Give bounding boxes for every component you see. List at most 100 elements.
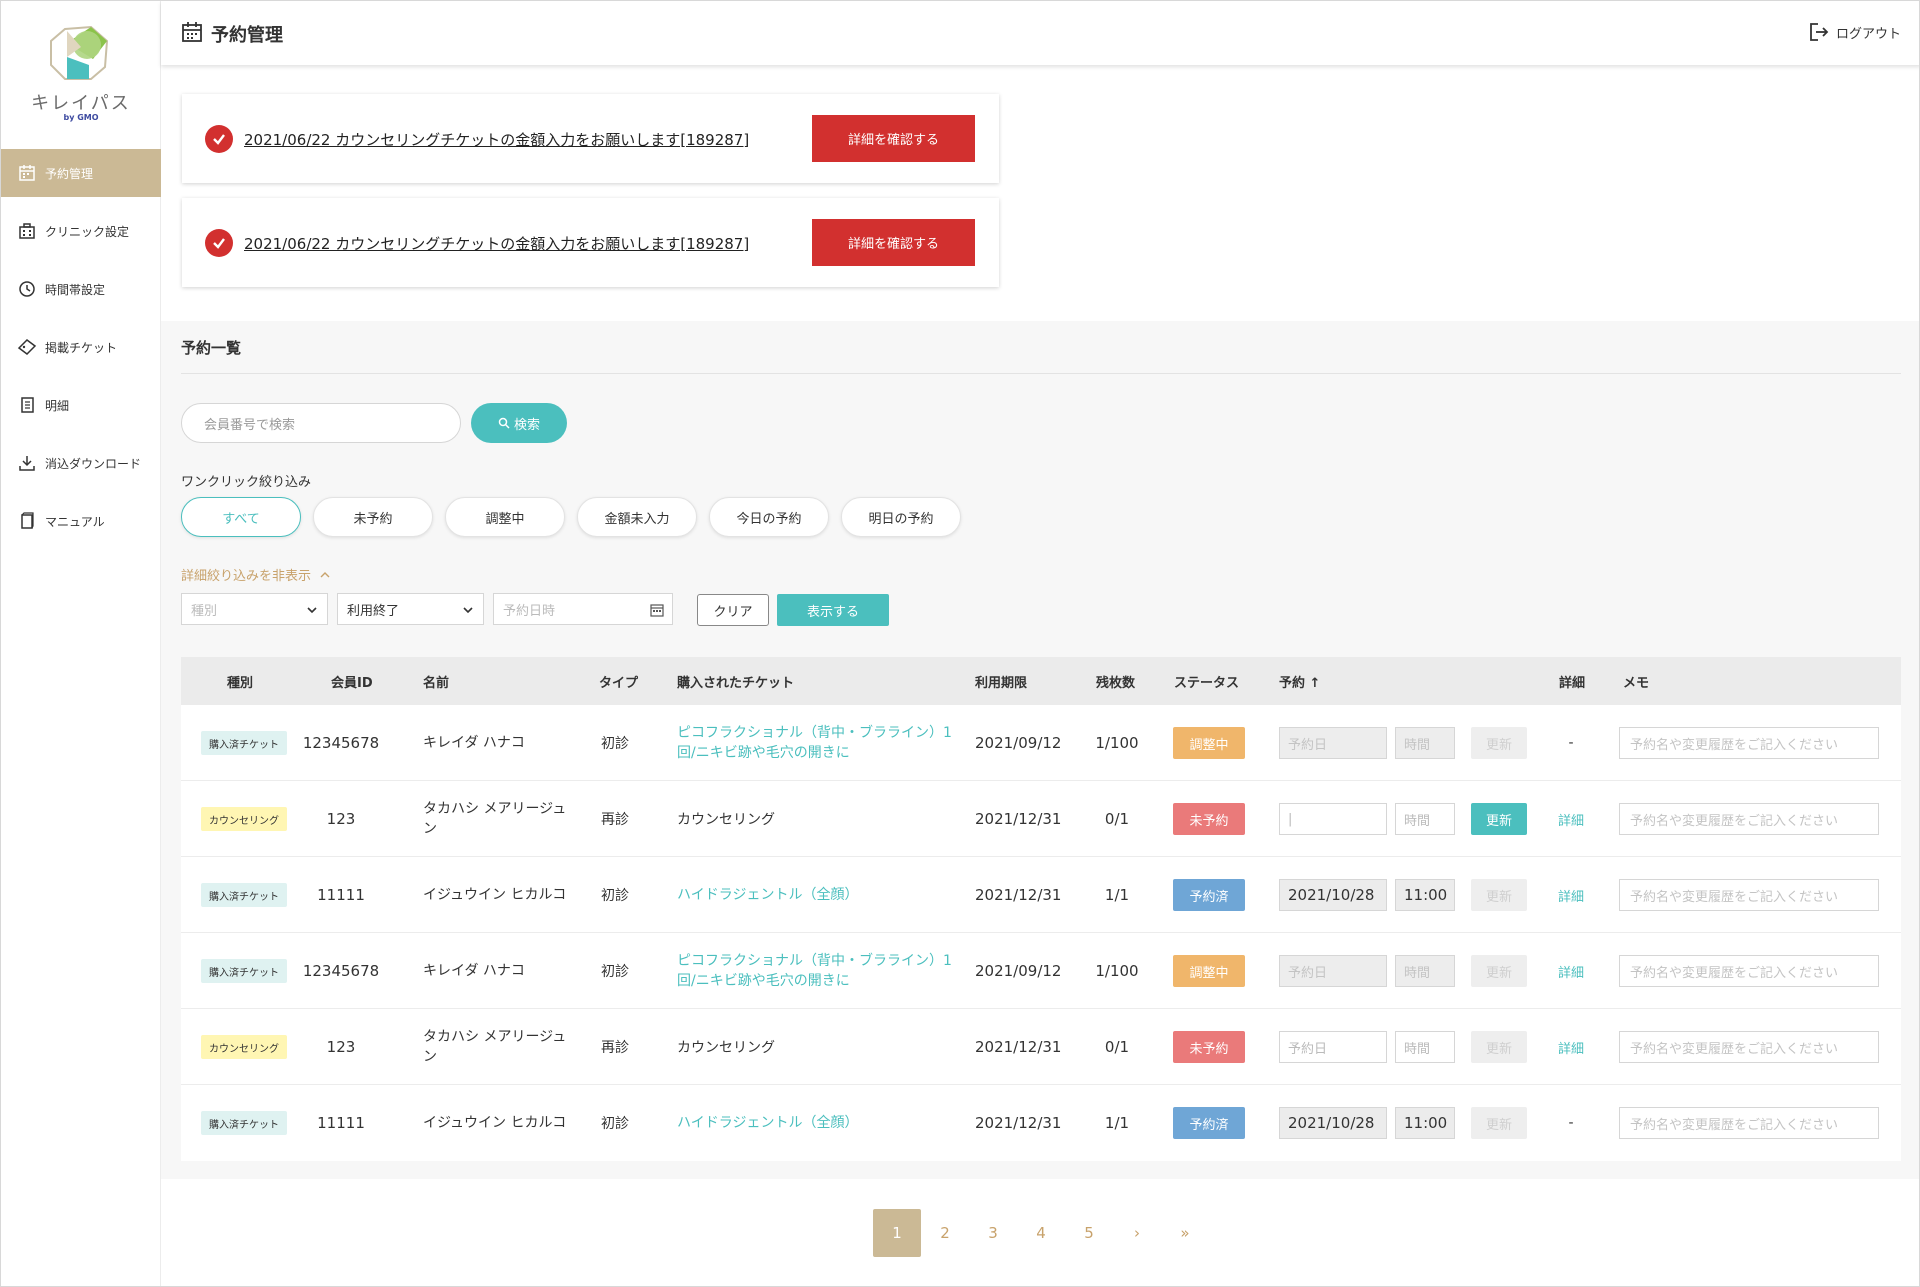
last-page-icon[interactable]: » — [1161, 1209, 1209, 1257]
update-button[interactable]: 更新 — [1471, 955, 1527, 987]
filter-chip-unbooked[interactable]: 未予約 — [313, 497, 433, 537]
page-button[interactable]: 2 — [921, 1209, 969, 1257]
reservation-date-input[interactable]: 2021/10/28 — [1279, 1107, 1387, 1139]
page-button[interactable]: 5 — [1065, 1209, 1113, 1257]
member-id: 123 — [326, 810, 356, 828]
reservation-time-input[interactable]: 時間 — [1395, 727, 1455, 759]
sidebar-item-reservations[interactable]: 予約管理 — [1, 149, 161, 197]
update-button[interactable]: 更新 — [1471, 727, 1527, 759]
update-button[interactable]: 更新 — [1471, 1031, 1527, 1063]
search-button[interactable]: 検索 — [471, 403, 567, 443]
filter-chip-today[interactable]: 今日の予約 — [709, 497, 829, 537]
visit-type: 初診 — [601, 1116, 629, 1132]
check-circle-icon — [205, 125, 233, 153]
filter-chip-adjusting[interactable]: 調整中 — [445, 497, 565, 537]
reservation-date-input[interactable]: 2021/10/28 — [1279, 879, 1387, 911]
logo-sub: by GMO — [63, 113, 99, 122]
memo-input[interactable]: 予約名や変更履歴をご記入ください — [1619, 1107, 1879, 1139]
kind-tag: カウンセリング — [201, 807, 287, 831]
notification-card: 2021/06/22 カウンセリングチケットの金額入力をお願いします[18928… — [182, 94, 999, 183]
reservation-date-input[interactable]: | — [1279, 803, 1387, 835]
ticket-name[interactable]: ピコフラクショナル（背中・ブラライン）1回/ニキビ跡や毛穴の開きに — [677, 951, 957, 991]
search-button-label: 検索 — [513, 417, 540, 433]
logo[interactable]: キレイパス by GMO — [1, 1, 161, 141]
next-page-icon[interactable]: › — [1113, 1209, 1161, 1257]
sidebar-item-statements[interactable]: 明細 — [1, 381, 161, 429]
col-reservation-sortable[interactable]: 予約 ↑ — [1279, 672, 1320, 691]
apply-filter-button[interactable]: 表示する — [777, 594, 889, 626]
reservation-date-input[interactable]: 予約日 — [1279, 955, 1387, 987]
remaining-count: 0/1 — [1104, 810, 1130, 828]
view-details-button[interactable]: 詳細を確認する — [812, 219, 975, 266]
sidebar-item-clinic-settings[interactable]: クリニック設定 — [1, 207, 161, 255]
app-frame: キレイパス by GMO 予約管理 クリニック設定 時間帯設定 掲載チケット 明… — [0, 0, 1920, 1287]
status-badge: 調整中 — [1173, 955, 1245, 987]
ticket-name: カウンセリング — [677, 812, 775, 828]
sidebar-item-tickets[interactable]: 掲載チケット — [1, 323, 161, 371]
reservation-time-input[interactable]: 時間 — [1395, 1031, 1455, 1063]
detail-link[interactable]: 詳細 — [1558, 962, 1584, 981]
calendar-icon — [17, 163, 37, 183]
expiry-date: 2021/12/31 — [975, 886, 1062, 904]
col-kind: 種別 — [227, 676, 254, 691]
sidebar-item-download[interactable]: 消込ダウンロード — [1, 439, 161, 487]
col-remaining: 残枚数 — [1096, 676, 1136, 691]
memo-input[interactable]: 予約名や変更履歴をご記入ください — [1619, 727, 1879, 759]
memo-input[interactable]: 予約名や変更履歴をご記入ください — [1619, 955, 1879, 987]
expiry-date: 2021/09/12 — [975, 962, 1062, 980]
sidebar-item-manual[interactable]: マニュアル — [1, 497, 161, 545]
memo-input[interactable]: 予約名や変更履歴をご記入ください — [1619, 879, 1879, 911]
sidebar-item-time-settings[interactable]: 時間帯設定 — [1, 265, 161, 313]
check-circle-icon — [205, 229, 233, 257]
detail-filter-toggle[interactable]: 詳細絞り込みを非表示 — [181, 565, 331, 584]
ticket-name[interactable]: ハイドラジェントル（全顔） — [677, 1113, 858, 1133]
member-search-input[interactable]: 会員番号で検索 — [181, 403, 461, 443]
notification-text[interactable]: 2021/06/22 カウンセリングチケットの金額入力をお願いします[18928… — [244, 233, 749, 254]
page-button[interactable]: 3 — [969, 1209, 1017, 1257]
table-header: 種別 会員ID 名前 タイプ 購入されたチケット 利用期限 残枚数 ステータス … — [181, 657, 1901, 705]
visit-type: 初診 — [601, 736, 629, 752]
reservation-time-input[interactable]: 11:00 — [1395, 879, 1455, 911]
page-button[interactable]: 1 — [873, 1209, 921, 1257]
col-name: 名前 — [423, 676, 450, 691]
reservation-time-input[interactable]: 時間 — [1395, 803, 1455, 835]
reservation-time-input[interactable]: 11:00 — [1395, 1107, 1455, 1139]
member-name: キレイダ ハナコ — [423, 963, 525, 979]
view-details-button[interactable]: 詳細を確認する — [812, 115, 975, 162]
page-title: 予約管理 — [211, 25, 283, 46]
update-button[interactable]: 更新 — [1471, 879, 1527, 911]
filter-chip-tomorrow[interactable]: 明日の予約 — [841, 497, 961, 537]
reservation-time-input[interactable]: 時間 — [1395, 955, 1455, 987]
col-reservation-label: 予約 — [1279, 676, 1306, 691]
filter-chip-all[interactable]: すべて — [181, 497, 301, 537]
ticket-name[interactable]: ピコフラクショナル（背中・ブラライン）1回/ニキビ跡や毛穴の開きに — [677, 723, 957, 763]
detail-link[interactable]: 詳細 — [1558, 810, 1584, 829]
type-select[interactable]: 種別 — [181, 593, 328, 625]
detail-link[interactable]: 詳細 — [1558, 1038, 1584, 1057]
clock-icon — [17, 279, 37, 299]
usage-select[interactable]: 利用終了 — [337, 593, 484, 625]
clear-button[interactable]: クリア — [697, 594, 769, 626]
reservation-date-input[interactable]: 予約日 — [1279, 727, 1387, 759]
memo-input[interactable]: 予約名や変更履歴をご記入ください — [1619, 803, 1879, 835]
update-button[interactable]: 更新 — [1471, 803, 1527, 835]
member-id: 123 — [326, 1038, 356, 1056]
reservation-date-input[interactable]: 予約日 — [1279, 1031, 1387, 1063]
member-name: タカハシ メアリージュン — [423, 801, 567, 837]
table-row: 購入済チケット 12345678 キレイダ ハナコ 初診 ピコフラクショナル（背中・ブラ… — [181, 705, 1901, 781]
detail-link: - — [1568, 735, 1574, 751]
notification-text[interactable]: 2021/06/22 カウンセリングチケットの金額入力をお願いします[18928… — [244, 129, 749, 150]
top-header: 予約管理 ログアウト — [161, 1, 1919, 65]
divider — [181, 373, 1901, 374]
detail-link[interactable]: 詳細 — [1558, 886, 1584, 905]
update-button[interactable]: 更新 — [1471, 1107, 1527, 1139]
pagination: 1 2 3 4 5 › » — [873, 1209, 1209, 1257]
remaining-count: 1/1 — [1104, 1114, 1130, 1132]
filter-chip-amount-missing[interactable]: 金額未入力 — [577, 497, 697, 537]
page-button[interactable]: 4 — [1017, 1209, 1065, 1257]
datetime-input[interactable]: 予約日時 — [493, 593, 673, 625]
logout-button[interactable]: ログアウト — [1808, 21, 1901, 43]
memo-input[interactable]: 予約名や変更履歴をご記入ください — [1619, 1031, 1879, 1063]
ticket-name[interactable]: ハイドラジェントル（全顔） — [677, 885, 858, 905]
type-select-value: 種別 — [191, 603, 218, 619]
